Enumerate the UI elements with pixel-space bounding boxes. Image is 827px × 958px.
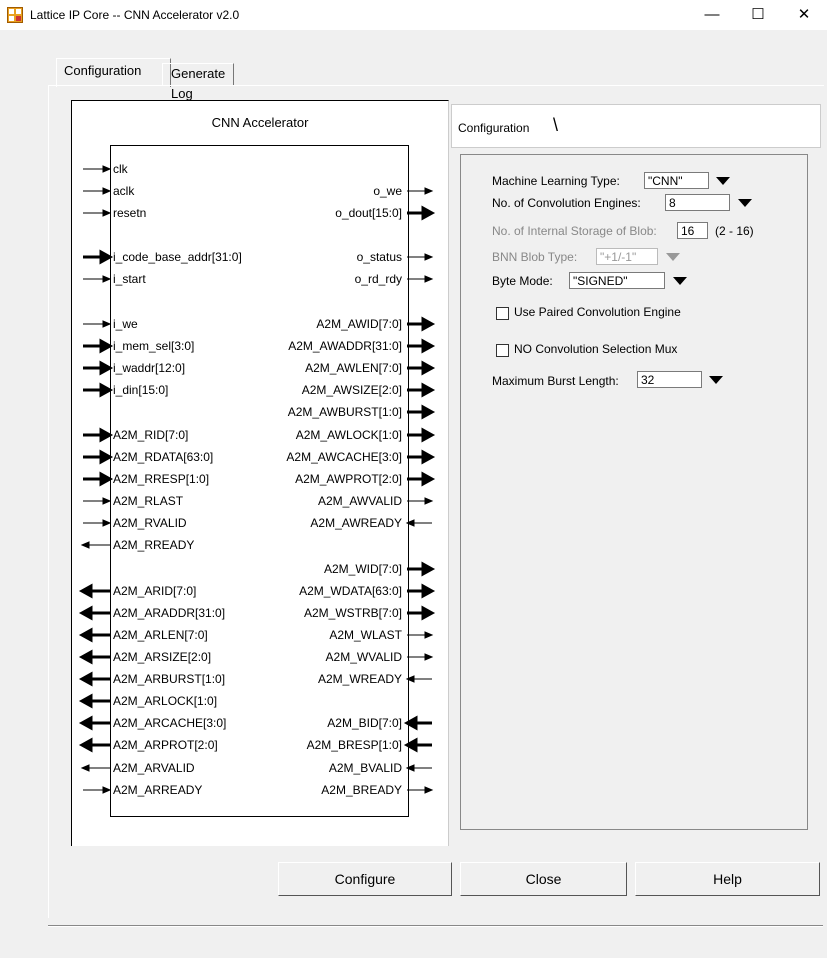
pin-right: o_rd_rdy: [354, 272, 402, 286]
conv-engines-label: No. of Convolution Engines:: [492, 196, 641, 210]
pin-right: A2M_WID[7:0]: [323, 562, 402, 576]
tab-generate-log[interactable]: Generate Log: [162, 63, 235, 101]
pin-right: o_we: [373, 184, 402, 198]
maximize-button[interactable]: ☐: [735, 0, 781, 30]
pin-left: clk: [113, 162, 128, 176]
bnn-blob-label: BNN Blob Type:: [492, 250, 578, 264]
pin-left: A2M_ARREADY: [113, 783, 203, 797]
bnn-blob-select[interactable]: "+1/-1": [596, 248, 658, 265]
pin-left: i_we: [113, 317, 138, 331]
paired-conv-label: Use Paired Convolution Engine: [514, 305, 681, 319]
pin-right: A2M_AWVALID: [317, 494, 402, 508]
paired-conv-checkbox[interactable]: [496, 307, 509, 320]
ml-type-label: Machine Learning Type:: [492, 174, 620, 188]
ml-type-dropdown-icon[interactable]: [712, 172, 734, 189]
pin-left: A2M_ARID[7:0]: [113, 584, 197, 598]
pin-right: A2M_AWPROT[2:0]: [295, 472, 402, 486]
app-icon: [7, 7, 23, 23]
tab-edge-icon: \: [553, 115, 559, 135]
pin-left: A2M_ARSIZE[2:0]: [113, 650, 212, 664]
pin-right: A2M_AWBURST[1:0]: [287, 405, 402, 419]
pin-right: A2M_AWSIZE[2:0]: [301, 383, 402, 397]
pin-left: A2M_RREADY: [113, 538, 195, 552]
pin-right: A2M_WDATA[63:0]: [299, 584, 402, 598]
blob-storage-range: (2 - 16): [715, 224, 754, 238]
minimize-button[interactable]: —: [689, 0, 735, 30]
settings-tab-header: Configuration \: [451, 104, 821, 148]
burst-length-dropdown-icon[interactable]: [705, 371, 727, 388]
burst-length-label: Maximum Burst Length:: [492, 374, 619, 388]
pin-left: i_din[15:0]: [113, 383, 169, 397]
no-conv-mux-label: NO Convolution Selection Mux: [514, 342, 678, 356]
burst-length-select[interactable]: 32: [637, 371, 702, 388]
byte-mode-dropdown-icon[interactable]: [669, 272, 691, 289]
title-bar: Lattice IP Core -- CNN Accelerator v2.0 …: [0, 0, 827, 30]
pin-left: i_mem_sel[3:0]: [113, 339, 195, 353]
pin-left: i_code_base_addr[31:0]: [113, 250, 242, 264]
bottom-separator: [48, 925, 823, 927]
bnn-blob-dropdown-icon[interactable]: [662, 248, 684, 265]
pin-right: A2M_AWLEN[7:0]: [305, 361, 402, 375]
pin-right: A2M_AWID[7:0]: [316, 317, 402, 331]
pin-right: A2M_AWREADY: [310, 516, 402, 530]
pin-right: A2M_WLAST: [329, 628, 402, 642]
help-button[interactable]: Help: [635, 862, 820, 896]
diagram-title: CNN Accelerator: [211, 115, 309, 130]
pin-left: A2M_RID[7:0]: [113, 428, 189, 442]
pin-right: o_status: [356, 250, 402, 264]
pin-left: A2M_RRESP[1:0]: [113, 472, 210, 486]
conv-engines-dropdown-icon[interactable]: [734, 194, 756, 211]
configure-button[interactable]: Configure: [278, 862, 452, 896]
pin-left: resetn: [113, 206, 147, 220]
pin-left: A2M_RLAST: [113, 494, 184, 508]
pin-left: A2M_ARLOCK[1:0]: [113, 694, 218, 708]
settings-tab-configuration[interactable]: Configuration: [458, 121, 529, 135]
conv-engines-select[interactable]: 8: [665, 194, 730, 211]
pin-right: A2M_WREADY: [317, 672, 402, 686]
pin-left: A2M_ARLEN[7:0]: [113, 628, 208, 642]
pin-right: A2M_BRESP[1:0]: [306, 738, 402, 752]
pin-right: o_dout[15:0]: [335, 206, 402, 220]
byte-mode-select[interactable]: "SIGNED": [569, 272, 665, 289]
pin-left: A2M_ARPROT[2:0]: [113, 738, 218, 752]
pin-right: A2M_AWADDR[31:0]: [288, 339, 402, 353]
close-button[interactable]: Close: [460, 862, 627, 896]
pin-left: aclk: [113, 184, 135, 198]
close-window-button[interactable]: ✕: [781, 0, 827, 30]
pin-right: A2M_BID[7:0]: [327, 716, 402, 730]
pin-left: i_waddr[12:0]: [113, 361, 186, 375]
window-title: Lattice IP Core -- CNN Accelerator v2.0: [30, 8, 240, 22]
pin-right: A2M_AWLOCK[1:0]: [295, 428, 402, 442]
pin-right: A2M_AWCACHE[3:0]: [286, 450, 402, 464]
pin-left: A2M_ARADDR[31:0]: [113, 606, 226, 620]
pin-left: i_start: [113, 272, 146, 286]
pin-left: A2M_ARVALID: [113, 761, 195, 775]
pin-right: A2M_WVALID: [325, 650, 402, 664]
pin-left: A2M_ARCACHE[3:0]: [113, 716, 227, 730]
pin-right: A2M_WSTRB[7:0]: [303, 606, 402, 620]
no-conv-mux-checkbox[interactable]: [496, 344, 509, 357]
ml-type-select[interactable]: "CNN": [644, 172, 709, 189]
blob-storage-input[interactable]: 16: [677, 222, 708, 239]
byte-mode-label: Byte Mode:: [492, 274, 553, 288]
pin-left: A2M_RDATA[63:0]: [113, 450, 214, 464]
pin-right: A2M_BREADY: [321, 783, 402, 797]
pin-left: A2M_ARBURST[1:0]: [113, 672, 226, 686]
pin-right: A2M_BVALID: [328, 761, 402, 775]
blob-storage-label: No. of Internal Storage of Blob:: [492, 224, 657, 238]
tab-configuration[interactable]: Configuration: [56, 58, 171, 87]
pin-left: A2M_RVALID: [113, 516, 187, 530]
